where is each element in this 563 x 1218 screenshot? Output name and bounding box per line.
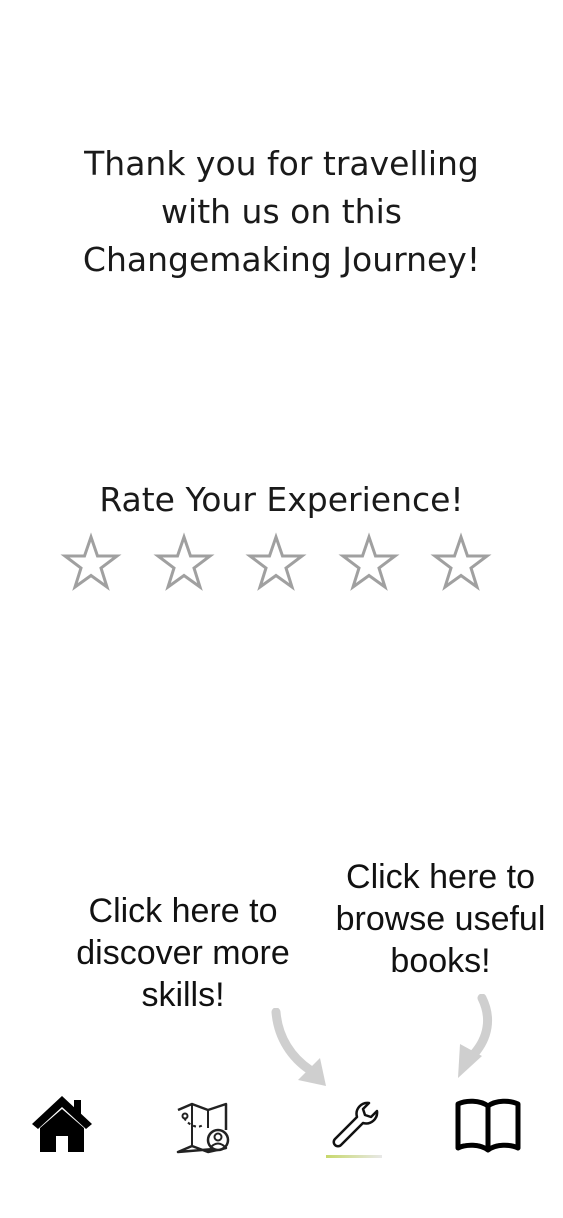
thank-you-message: Thank you for travelling with us on this… bbox=[60, 140, 503, 284]
books-hint-line-2: browse useful bbox=[335, 900, 546, 938]
books-hint: Click here to browse useful books! bbox=[318, 856, 563, 982]
skills-hint-line-2: discover more bbox=[76, 934, 290, 972]
home-icon bbox=[32, 1096, 92, 1152]
star-1-icon[interactable] bbox=[60, 532, 122, 594]
curved-arrow-icon bbox=[458, 994, 492, 1078]
star-5-icon[interactable] bbox=[430, 532, 492, 594]
star-rating bbox=[60, 532, 500, 596]
nav-home-button[interactable] bbox=[28, 1090, 96, 1162]
nav-map-button[interactable] bbox=[170, 1090, 238, 1162]
books-hint-line-3: books! bbox=[390, 942, 491, 980]
skills-hint: Click here to discover more skills! bbox=[48, 890, 318, 1016]
bottom-navigation bbox=[0, 1090, 563, 1170]
star-3-icon[interactable] bbox=[245, 532, 307, 594]
skills-hint-line-1: Click here to bbox=[88, 892, 278, 930]
star-2-icon[interactable] bbox=[153, 532, 215, 594]
book-icon bbox=[455, 1098, 521, 1153]
thank-you-line-1: Thank you for travelling bbox=[84, 144, 479, 183]
thank-you-line-3: Changemaking Journey! bbox=[82, 240, 481, 279]
nav-skills-button[interactable] bbox=[322, 1090, 386, 1162]
books-hint-line-1: Click here to bbox=[346, 858, 535, 896]
nav-books-button[interactable] bbox=[452, 1090, 524, 1162]
rate-experience-title: Rate Your Experience! bbox=[99, 480, 464, 519]
star-4-icon[interactable] bbox=[338, 532, 400, 594]
map-icon bbox=[176, 1102, 230, 1154]
curved-arrow-icon bbox=[271, 1008, 326, 1086]
wrench-icon bbox=[332, 1101, 379, 1148]
active-tab-indicator bbox=[326, 1155, 382, 1158]
thank-you-line-2: with us on this bbox=[161, 192, 402, 231]
